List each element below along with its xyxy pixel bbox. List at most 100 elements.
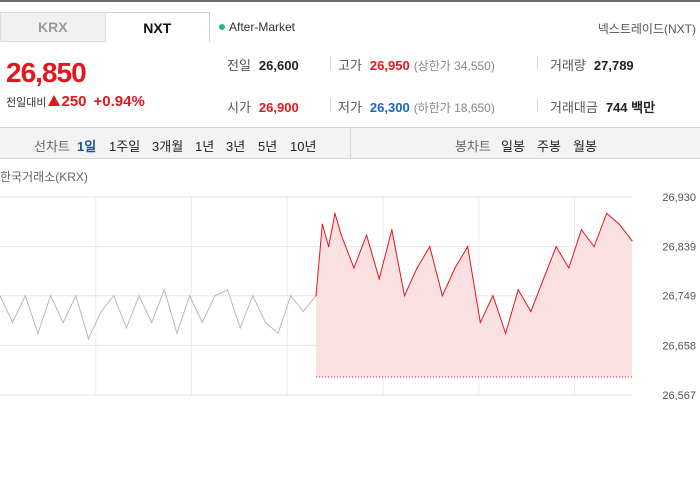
data-point <box>125 327 127 329</box>
data-point <box>138 295 140 297</box>
data-point <box>226 289 229 291</box>
candle-monthly[interactable]: 월봉 <box>573 136 597 155</box>
stat-label: 고가 <box>338 58 362 73</box>
change-label: 전일대비 <box>6 97 47 109</box>
change-percent: +0.94% <box>93 93 145 110</box>
data-point <box>365 234 368 236</box>
divider <box>330 56 331 70</box>
data-point <box>24 295 26 297</box>
data-point <box>334 212 336 214</box>
data-point <box>530 310 532 313</box>
data-point <box>62 321 64 324</box>
session-status: After-Market <box>219 20 295 34</box>
divider <box>537 56 538 70</box>
divider <box>350 128 351 158</box>
data-point <box>302 310 304 313</box>
stat-low: 저가 26,300 (하한가 18,650) <box>338 97 495 116</box>
data-point <box>593 246 595 248</box>
data-point <box>12 321 14 324</box>
period-3y[interactable]: 3년 <box>226 136 245 155</box>
data-point <box>403 295 406 297</box>
stat-prev-close: 전일 26,600 <box>227 55 299 74</box>
status-dot-icon <box>219 24 225 30</box>
intraday-price-chart[interactable]: 26,930 26,839 26,749 26,658 26,567 <box>0 185 700 400</box>
current-price: 26,850 <box>6 57 87 88</box>
stat-label: 거래량 <box>550 58 586 73</box>
data-point <box>49 295 52 297</box>
data-point <box>555 246 557 248</box>
data-point <box>429 246 431 248</box>
data-point <box>176 332 178 334</box>
stat-turnover: 거래대금 744 백만 <box>550 97 655 116</box>
data-point <box>87 338 90 340</box>
chart-title: 한국거래소(KRX) <box>0 170 88 184</box>
period-bar: 선차트 1일 1주일 3개월 1년 3년 5년 10년 봉차트 일봉 주봉 월봉 <box>0 127 700 159</box>
data-point <box>264 321 267 324</box>
y-tick-label: 26,839 <box>662 242 696 254</box>
stat-value: 744 백만 <box>605 100 656 115</box>
period-1y[interactable]: 1년 <box>195 136 214 155</box>
exchange-link[interactable]: 넥스트레이드(NXT) <box>598 20 696 37</box>
y-tick-label: 26,749 <box>662 291 696 303</box>
up-triangle-icon <box>48 95 61 106</box>
candle-daily[interactable]: 일봉 <box>501 136 525 155</box>
y-tick-label: 26,567 <box>662 390 696 400</box>
stat-label: 거래대금 <box>550 100 598 115</box>
data-point <box>315 295 317 297</box>
data-point <box>113 295 115 297</box>
candle-chart-label: 봉차트 <box>455 139 491 154</box>
data-point <box>214 295 216 297</box>
data-point <box>328 246 330 248</box>
line-chart-label: 선차트 <box>34 139 70 154</box>
tab-krx[interactable]: KRX <box>0 12 106 42</box>
stat-value: 27,789 <box>593 58 634 73</box>
data-point <box>441 295 443 297</box>
data-point <box>239 327 241 329</box>
stat-value: 26,900 <box>258 100 299 115</box>
data-point <box>340 234 342 236</box>
top-border <box>0 0 700 2</box>
data-point <box>492 295 494 297</box>
data-point <box>37 332 39 334</box>
period-1d[interactable]: 1일 <box>77 136 96 155</box>
data-point <box>580 229 583 231</box>
candle-weekly[interactable]: 주봉 <box>537 136 561 155</box>
period-3m[interactable]: 3개월 <box>152 136 183 155</box>
price-change: 전일대비 250 +0.94% <box>6 93 145 110</box>
tab-nxt[interactable]: NXT <box>105 12 210 42</box>
data-point <box>517 289 519 291</box>
stat-sub: (하한가 18,650) <box>413 101 495 115</box>
period-1w[interactable]: 1주일 <box>109 136 140 155</box>
data-point <box>378 278 380 280</box>
data-point <box>321 223 323 225</box>
data-point <box>454 267 456 269</box>
stat-label: 저가 <box>338 100 362 115</box>
stat-open: 시가 26,900 <box>227 97 299 116</box>
data-point <box>391 229 393 231</box>
series-line <box>0 288 317 341</box>
stat-value: 26,950 <box>369 58 410 73</box>
market-tabs: KRX NXT <box>0 12 210 42</box>
period-10y[interactable]: 10년 <box>290 136 316 155</box>
stat-high: 고가 26,950 (상한가 34,550) <box>338 55 495 74</box>
data-point <box>290 295 292 297</box>
series-area <box>316 213 632 377</box>
data-point <box>277 332 279 334</box>
data-point <box>201 321 203 324</box>
change-amount: 250 <box>61 93 87 110</box>
data-point <box>505 332 507 334</box>
data-point <box>479 321 481 324</box>
data-point <box>606 212 608 214</box>
divider <box>537 98 538 112</box>
data-point <box>75 295 77 297</box>
data-point <box>353 267 355 269</box>
stat-label: 전일 <box>227 58 251 73</box>
data-point <box>100 310 102 313</box>
data-point <box>631 240 633 242</box>
period-5y[interactable]: 5년 <box>258 136 277 155</box>
stat-value: 26,600 <box>258 58 299 73</box>
data-point <box>467 246 469 248</box>
stat-label: 시가 <box>227 100 251 115</box>
data-point <box>163 289 165 291</box>
divider <box>330 98 331 112</box>
